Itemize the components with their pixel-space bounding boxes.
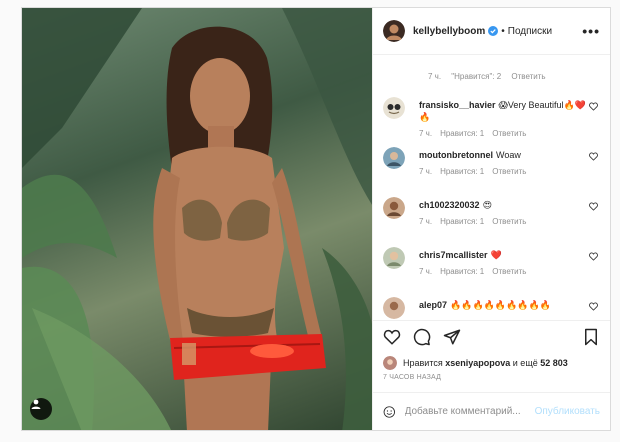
add-comment-bar: Опубликовать: [373, 392, 610, 430]
heart-icon[interactable]: [589, 302, 598, 311]
comment-item: ch1002320032 😍 7 ч. Нравится: 1 Ответить: [383, 189, 600, 239]
smiley-icon[interactable]: [383, 404, 396, 420]
heart-icon[interactable]: [383, 328, 401, 346]
comment-reply[interactable]: Ответить: [492, 167, 526, 176]
add-comment-input[interactable]: [404, 406, 535, 417]
comment-avatar[interactable]: [383, 147, 405, 169]
instagram-post: kellybellyboom • Подписки ••• 7 ч. "Нрав…: [21, 7, 611, 431]
verified-badge-icon: [488, 26, 499, 36]
comment-time: 7 ч.: [419, 267, 433, 276]
comment-item: chris7mcallister ❤️ 7 ч. Нравится: 1 Ответи…: [383, 239, 600, 289]
heart-icon[interactable]: [589, 252, 598, 261]
liker-username[interactable]: xseniyapopova: [445, 358, 510, 368]
comment-likes[interactable]: Нравится: 1: [440, 267, 484, 276]
comment-avatar[interactable]: [383, 97, 405, 119]
comment-time: 7 ч.: [419, 129, 433, 138]
comment-username[interactable]: fransisko__havier: [419, 100, 496, 110]
following-button[interactable]: Подписки: [508, 26, 552, 37]
comment-avatar[interactable]: [383, 197, 405, 219]
comment-avatar[interactable]: [383, 247, 405, 269]
likes-prefix: Нравится: [403, 358, 443, 368]
comment-item: moutonbretonnel Woaw 7 ч. Нравится: 1 Ответ…: [383, 139, 600, 189]
comment-likes[interactable]: Нравится: 1: [440, 217, 484, 226]
comment-item: fransisko__havier 😱Very Beautiful🔥❤️🔥 7 ч…: [383, 89, 600, 139]
heart-icon[interactable]: [589, 152, 598, 161]
liker-avatar[interactable]: [383, 356, 397, 370]
caption-reply[interactable]: Ответить: [511, 72, 545, 81]
caption-meta: 7 ч. "Нравится": 2 Ответить: [383, 55, 600, 89]
comment-reply[interactable]: Ответить: [492, 129, 526, 138]
caption-time: 7 ч.: [428, 72, 442, 81]
comment-text: ❤️: [490, 250, 502, 260]
comment-time: 7 ч.: [419, 167, 433, 176]
caption-likes[interactable]: "Нравится": 2: [451, 72, 501, 81]
post-side-panel: kellybellyboom • Подписки ••• 7 ч. "Нрав…: [372, 8, 610, 430]
comment-reply[interactable]: Ответить: [492, 267, 526, 276]
likes-middle: и ещё: [512, 358, 538, 368]
heart-icon[interactable]: [589, 202, 598, 211]
comment-text: Woaw: [496, 150, 521, 160]
paper-plane-icon[interactable]: [443, 328, 461, 346]
comment-text: 🔥🔥🔥🔥🔥🔥🔥🔥🔥: [450, 300, 551, 310]
post-actions-bar: [373, 320, 610, 352]
likes-summary: Нравится xseniyapopova и ещё 52 803: [373, 352, 610, 374]
user-tag-icon[interactable]: [30, 398, 52, 420]
heart-icon[interactable]: [589, 102, 598, 111]
author-avatar[interactable]: [383, 20, 405, 42]
publish-button[interactable]: Опубликовать: [535, 406, 600, 417]
photo-illustration: [22, 8, 372, 430]
header-separator: •: [501, 25, 505, 37]
likes-count[interactable]: 52 803: [540, 358, 568, 368]
comment-likes[interactable]: Нравится: 1: [440, 129, 484, 138]
comment-likes[interactable]: Нравится: 1: [440, 167, 484, 176]
post-photo[interactable]: [22, 8, 372, 430]
comment-reply[interactable]: Ответить: [492, 217, 526, 226]
comment-avatar[interactable]: [383, 297, 405, 319]
comment-username[interactable]: ch1002320032: [419, 200, 480, 210]
post-header: kellybellyboom • Подписки •••: [373, 8, 610, 55]
comment-username[interactable]: moutonbretonnel: [419, 150, 493, 160]
more-options-icon[interactable]: •••: [582, 24, 600, 38]
comment-username[interactable]: chris7mcallister: [419, 250, 488, 260]
comment-bubble-icon[interactable]: [413, 328, 431, 346]
author-username[interactable]: kellybellyboom: [413, 26, 485, 37]
bookmark-icon[interactable]: [582, 328, 600, 346]
comment-text: 😍: [482, 200, 492, 210]
comments-list[interactable]: 7 ч. "Нравится": 2 Ответить fransisko__h…: [373, 55, 610, 320]
comment-time: 7 ч.: [419, 217, 433, 226]
post-timestamp[interactable]: 7 ЧАСОВ НАЗАД: [373, 374, 610, 392]
comment-username[interactable]: alep07: [419, 300, 447, 310]
comment-item: alep07 🔥🔥🔥🔥🔥🔥🔥🔥🔥: [383, 289, 600, 320]
